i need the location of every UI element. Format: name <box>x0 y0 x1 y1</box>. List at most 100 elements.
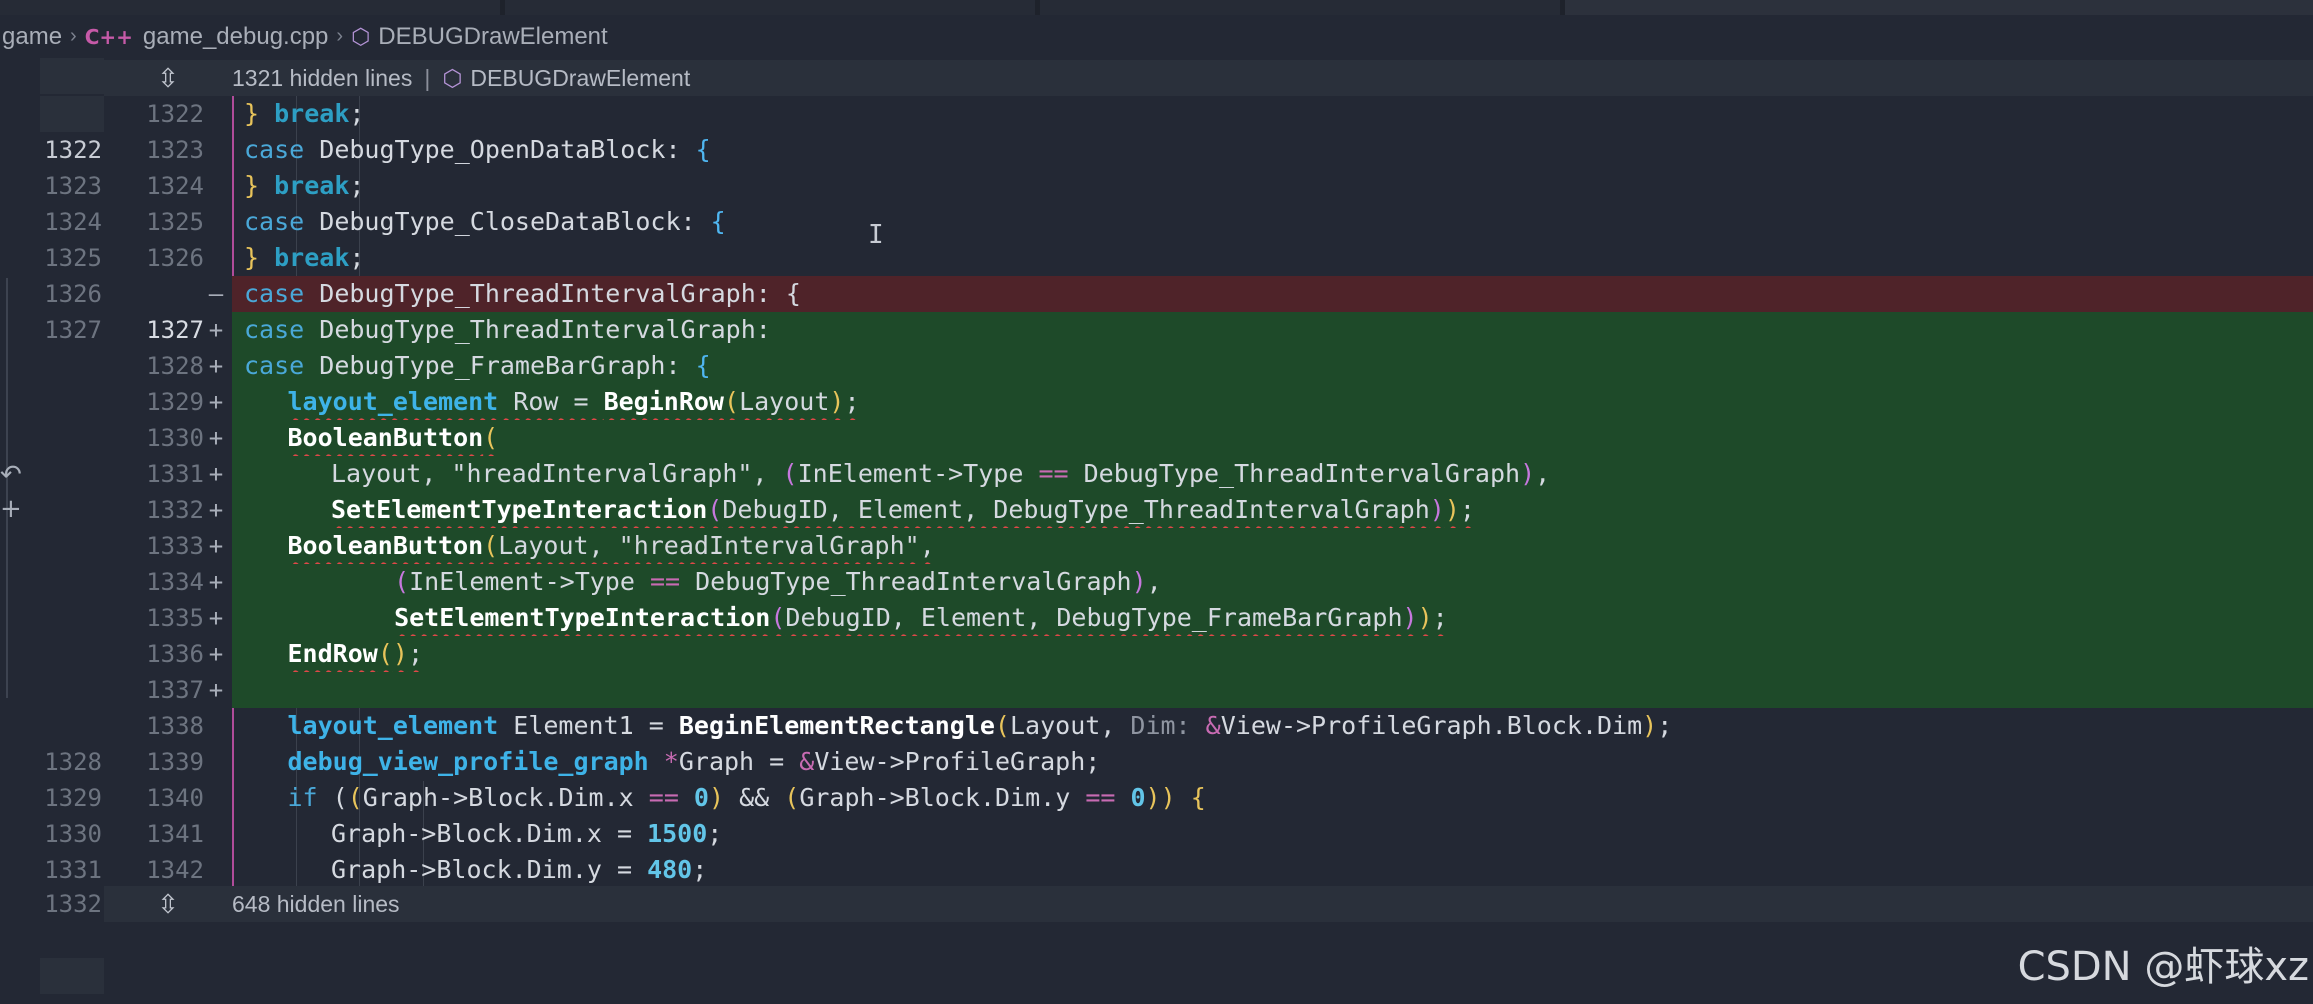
line-number-original: 1323 <box>44 172 102 200</box>
line-number-original: 1332 <box>44 890 102 918</box>
code-text: case DebugType_CloseDataBlock: { <box>244 204 726 240</box>
diff-line-added[interactable]: 1328 + case DebugType_FrameBarGraph: { <box>0 348 2313 384</box>
diff-added-marker: + <box>208 352 224 380</box>
line-number-modified: 1324 <box>146 172 204 200</box>
code-line[interactable]: 1322 } break; <box>0 96 2313 132</box>
code-token: ; <box>407 639 423 668</box>
diff-line-added[interactable]: 1337 + <box>0 672 2313 708</box>
diff-line-removed[interactable]: 1326 — case DebugType_ThreadIntervalGraph:… <box>0 276 2313 312</box>
code-token: DebugType_OpenDataBlock: <box>304 135 696 164</box>
line-number-original: 1322 <box>44 136 102 164</box>
code-token: ; <box>1432 603 1448 632</box>
line-number-original: 1326 <box>44 280 102 308</box>
tab-strip-segment <box>505 0 1035 15</box>
code-token: break <box>259 99 350 128</box>
diff-added-marker: + <box>208 676 224 704</box>
breadcrumb-symbol[interactable]: DEBUGDrawElement <box>378 23 607 51</box>
code-text: case DebugType_OpenDataBlock: { <box>244 132 711 168</box>
code-token: InElement->Type <box>797 459 1039 488</box>
diff-line-added[interactable]: 1330 + BooleanButton( <box>0 420 2313 456</box>
code-text: Graph->Block.Dim.y = 480; <box>331 852 707 888</box>
diff-added-marker: + <box>208 640 224 668</box>
diff-line-added[interactable]: 1327 1327 + case DebugType_ThreadIntervalGr… <box>0 312 2313 348</box>
hidden-lines-bar-bottom[interactable]: ⇳ 648 hidden lines <box>104 886 2313 922</box>
code-token: ; <box>349 171 365 200</box>
breadcrumb-root[interactable]: game <box>2 23 62 51</box>
code-text: case DebugType_ThreadIntervalGraph: { <box>244 276 801 312</box>
code-token: == <box>1038 459 1069 488</box>
diff-added-marker: + <box>208 604 224 632</box>
code-token: Graph->Block.Dim.y = <box>331 855 648 884</box>
breadcrumb-file[interactable]: game_debug.cpp <box>143 23 328 51</box>
code-token: } <box>244 243 260 272</box>
diff-line-added[interactable]: 1333 + BooleanButton(Layout, "hreadInterva… <box>0 528 2313 564</box>
diff-line-added[interactable]: 1336 + EndRow(); <box>0 636 2313 672</box>
diff-removed-marker: — <box>208 280 224 308</box>
line-number-original: 1327 <box>44 316 102 344</box>
code-text: layout_element Element1 = BeginElementRe… <box>288 708 1673 744</box>
code-token: ( <box>483 423 499 452</box>
code-token: , <box>919 531 935 560</box>
code-token: Dim: <box>1130 711 1191 740</box>
line-number-original: 1329 <box>44 784 102 812</box>
line-number-original: 1324 <box>44 208 102 236</box>
code-text: EndRow(); <box>288 636 424 672</box>
line-number-original: 1325 <box>44 244 102 272</box>
line-number-modified: 1339 <box>146 748 204 776</box>
line-number-original: 1330 <box>44 820 102 848</box>
diff-line-added[interactable]: 1332 + SetElementTypeInteraction(DebugID, … <box>0 492 2313 528</box>
code-token: ; <box>692 855 708 884</box>
code-line[interactable]: 1331 1342 Graph->Block.Dim.y = 480; <box>0 852 2313 888</box>
code-line[interactable]: 1323 1324} break; <box>0 168 2313 204</box>
line-background <box>232 96 2313 132</box>
code-token: DebugType_ThreadIntervalGraph: <box>304 315 771 344</box>
line-number-modified: 1334 <box>146 568 204 596</box>
text-cursor-icon: I <box>868 220 884 250</box>
symbol-method-icon: ⬡ <box>442 64 463 91</box>
code-token: ) <box>392 639 408 668</box>
cpp-file-icon: C++ <box>84 24 133 49</box>
code-line[interactable]: 1329 1340 if ((Graph->Block.Dim.x == 0) &&… <box>0 780 2313 816</box>
hidden-lines-bar-top[interactable]: ⇳ 1321 hidden lines | ⬡ DEBUGDrawElement <box>104 60 2313 96</box>
fold-placeholder-left <box>40 58 104 94</box>
line-number-modified: 1322 <box>146 100 204 128</box>
code-line[interactable]: 1338 layout_element Element1 = BeginEleme… <box>0 708 2313 744</box>
diff-line-added[interactable]: 1334 + (InElement->Type == DebugType_Threa… <box>0 564 2313 600</box>
code-line[interactable]: 1328 1339 debug_view_profile_graph *Graph … <box>0 744 2313 780</box>
code-text: } break; <box>244 96 364 132</box>
diff-line-added[interactable]: 1329 + layout_element Row = BeginRow(Layou… <box>0 384 2313 420</box>
code-text: } break; <box>244 240 364 276</box>
code-line[interactable]: 1324 1325 case DebugType_CloseDataBlock: { <box>0 204 2313 240</box>
code-token: { <box>1175 783 1206 812</box>
code-line[interactable]: 1325 1326} break; <box>0 240 2313 276</box>
code-text: case DebugType_FrameBarGraph: { <box>244 348 711 384</box>
code-token: { <box>695 351 711 380</box>
line-number-modified: 1340 <box>146 784 204 812</box>
code-line[interactable]: 1322 1323 case DebugType_OpenDataBlock: { <box>0 132 2313 168</box>
diff-line-added[interactable]: 1335 + SetElementTypeInteraction(DebugID, … <box>0 600 2313 636</box>
code-token: ) <box>1145 783 1161 812</box>
code-token: case <box>244 279 305 308</box>
unfold-icon[interactable]: ⇳ <box>104 889 232 920</box>
tab-strip-segment <box>1040 0 1560 15</box>
diff-line-added[interactable]: 1331 + Layout, "hreadIntervalGraph", (InEl… <box>0 456 2313 492</box>
code-token: case <box>244 315 305 344</box>
code-token: ( <box>724 387 740 416</box>
code-token: BooleanButton <box>287 531 484 560</box>
code-text: layout_element Row = BeginRow(Layout); <box>288 384 860 420</box>
line-number-modified: 1341 <box>146 820 204 848</box>
code-token: ( <box>782 459 798 488</box>
line-background <box>232 168 2313 204</box>
code-token: & <box>799 747 815 776</box>
code-line[interactable]: 1330 1341 Graph->Block.Dim.x = 1500; <box>0 816 2313 852</box>
unfold-icon[interactable]: ⇳ <box>104 63 232 94</box>
line-background <box>232 240 2313 276</box>
code-token: break <box>259 171 350 200</box>
code-token: Layout, <box>498 531 619 560</box>
code-token: ) <box>1642 711 1658 740</box>
code-token: DebugType_ThreadIntervalGraph: { <box>304 279 801 308</box>
code-token: "hreadIntervalGraph" <box>618 531 920 560</box>
code-token: Layout, "hreadIntervalGraph", <box>331 459 783 488</box>
code-token: 0 <box>678 783 709 812</box>
hidden-lines-count: 1321 hidden lines <box>232 64 413 91</box>
